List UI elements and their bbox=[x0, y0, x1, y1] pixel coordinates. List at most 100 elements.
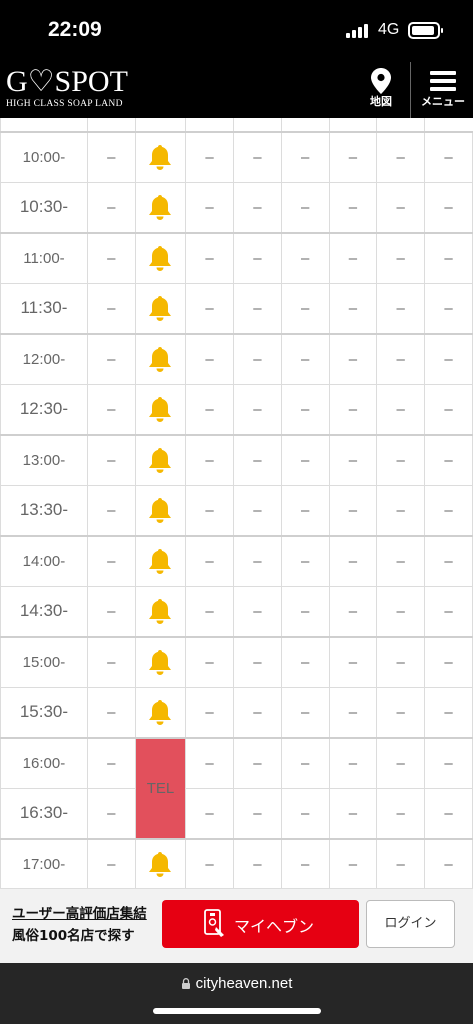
bell-icon bbox=[149, 599, 172, 624]
empty-slot bbox=[134, 118, 187, 132]
schedule-row-partial bbox=[0, 118, 473, 132]
bottom-banner: ユーザー高評価店集結 風俗100名店で探す マイヘブン ログイン bbox=[0, 888, 473, 963]
empty-slot: – bbox=[232, 787, 282, 839]
reserve-bell-cell[interactable] bbox=[134, 484, 187, 536]
empty-slot: – bbox=[86, 787, 136, 839]
empty-slot: – bbox=[424, 383, 473, 435]
empty-slot: – bbox=[280, 484, 330, 536]
empty-slot: – bbox=[328, 585, 378, 637]
reserve-bell-cell[interactable] bbox=[134, 686, 187, 738]
empty-slot: – bbox=[86, 231, 136, 284]
empty-slot: – bbox=[185, 433, 234, 486]
reserve-bell-cell[interactable] bbox=[134, 231, 187, 284]
empty-slot: – bbox=[185, 231, 234, 284]
empty-slot: – bbox=[376, 231, 426, 284]
hamburger-menu-icon bbox=[430, 71, 456, 91]
empty-slot: – bbox=[232, 231, 282, 284]
empty-slot: – bbox=[424, 484, 473, 536]
bell-icon bbox=[149, 498, 172, 523]
schedule-row: 10:30- – – – – – – – bbox=[0, 181, 473, 233]
empty-slot bbox=[185, 118, 234, 132]
empty-slot: – bbox=[280, 231, 330, 284]
empty-slot: – bbox=[328, 635, 378, 688]
empty-slot: – bbox=[376, 484, 426, 536]
empty-slot: – bbox=[280, 686, 330, 738]
empty-slot: – bbox=[185, 484, 234, 536]
schedule-row: 13:30- – – – – – – – bbox=[0, 484, 473, 536]
banner-line-1[interactable]: ユーザー高評価店集結 bbox=[12, 903, 152, 925]
reserve-bell-cell[interactable] bbox=[134, 282, 187, 334]
home-indicator[interactable] bbox=[153, 1008, 321, 1014]
time-label: 12:30- bbox=[0, 383, 88, 435]
time-label: 13:30- bbox=[0, 484, 88, 536]
reserve-bell-cell[interactable] bbox=[134, 130, 187, 183]
banner-promo[interactable]: ユーザー高評価店集結 風俗100名店で探す bbox=[12, 903, 152, 947]
empty-slot: – bbox=[232, 282, 282, 334]
url-text: cityheaven.net bbox=[195, 975, 293, 992]
empty-slot: – bbox=[376, 383, 426, 435]
banner-line-2[interactable]: 風俗100名店で探す bbox=[12, 925, 152, 947]
bell-icon bbox=[149, 700, 172, 725]
schedule-row: 12:00- – – – – – – – bbox=[0, 332, 473, 385]
empty-slot: – bbox=[376, 837, 426, 888]
empty-slot: – bbox=[232, 181, 282, 233]
empty-slot: – bbox=[328, 231, 378, 284]
empty-slot: – bbox=[185, 383, 234, 435]
empty-slot: – bbox=[86, 332, 136, 385]
empty-slot: – bbox=[232, 837, 282, 888]
empty-slot: – bbox=[376, 635, 426, 688]
reserve-bell-cell[interactable] bbox=[134, 433, 187, 486]
myheaven-label: マイヘブン bbox=[234, 917, 315, 936]
reserve-bell-cell[interactable] bbox=[134, 837, 187, 888]
reserve-bell-cell[interactable] bbox=[134, 585, 187, 637]
network-type: 4G bbox=[378, 21, 400, 38]
reserve-bell-cell[interactable] bbox=[134, 383, 187, 435]
schedule-row: 17:00- – – – – – – – bbox=[0, 837, 473, 888]
url-display[interactable]: cityheaven.net bbox=[0, 975, 473, 992]
browser-url-bar[interactable]: cityheaven.net bbox=[0, 963, 473, 1024]
empty-slot: – bbox=[185, 635, 234, 688]
empty-slot: – bbox=[328, 534, 378, 587]
reserve-bell-cell[interactable] bbox=[134, 534, 187, 587]
schedule-row: 10:00- – – – – – – – bbox=[0, 130, 473, 183]
empty-slot: – bbox=[280, 130, 330, 183]
bell-icon bbox=[149, 347, 172, 372]
phone-heart-icon bbox=[204, 909, 224, 937]
schedule-row: 14:00- – – – – – – – bbox=[0, 534, 473, 587]
site-logo[interactable]: G♡SPOT HIGH CLASS SOAP LAND bbox=[6, 66, 136, 114]
schedule-row: 14:30- – – – – – – – bbox=[0, 585, 473, 637]
empty-slot: – bbox=[185, 181, 234, 233]
empty-slot: – bbox=[86, 130, 136, 183]
time-label: 16:00- bbox=[0, 736, 88, 789]
time-label: 14:00- bbox=[0, 534, 88, 587]
empty-slot: – bbox=[232, 635, 282, 688]
empty-slot: – bbox=[86, 736, 136, 789]
empty-slot: – bbox=[424, 787, 473, 839]
empty-slot: – bbox=[424, 736, 473, 789]
empty-slot: – bbox=[86, 433, 136, 486]
schedule-row: 16:30- – – – – – – – bbox=[0, 787, 473, 839]
empty-slot: – bbox=[328, 484, 378, 536]
empty-slot: – bbox=[424, 534, 473, 587]
empty-slot: – bbox=[424, 837, 473, 888]
bell-icon bbox=[149, 448, 172, 473]
header-divider bbox=[410, 62, 411, 118]
reserve-bell-cell[interactable] bbox=[134, 181, 187, 233]
reserve-bell-cell[interactable] bbox=[134, 332, 187, 385]
myheaven-button[interactable]: マイヘブン bbox=[162, 900, 359, 948]
bell-icon bbox=[149, 296, 172, 321]
reserve-bell-cell[interactable] bbox=[134, 635, 187, 688]
bell-icon bbox=[149, 145, 172, 170]
map-button[interactable]: 地図 bbox=[358, 62, 404, 118]
tel-slot[interactable]: TEL bbox=[134, 736, 187, 839]
schedule-grid: 10:00- – – – – – – –10:30- – – – – – – –11:00- – – – – – – –1… bbox=[0, 118, 473, 888]
bell-icon bbox=[149, 650, 172, 675]
empty-slot bbox=[376, 118, 426, 132]
empty-slot: – bbox=[280, 635, 330, 688]
menu-button[interactable]: メニュー bbox=[414, 62, 472, 118]
login-button[interactable]: ログイン bbox=[366, 900, 455, 948]
empty-slot: – bbox=[185, 585, 234, 637]
empty-slot: – bbox=[280, 433, 330, 486]
lock-icon bbox=[181, 978, 190, 989]
empty-slot: – bbox=[424, 686, 473, 738]
